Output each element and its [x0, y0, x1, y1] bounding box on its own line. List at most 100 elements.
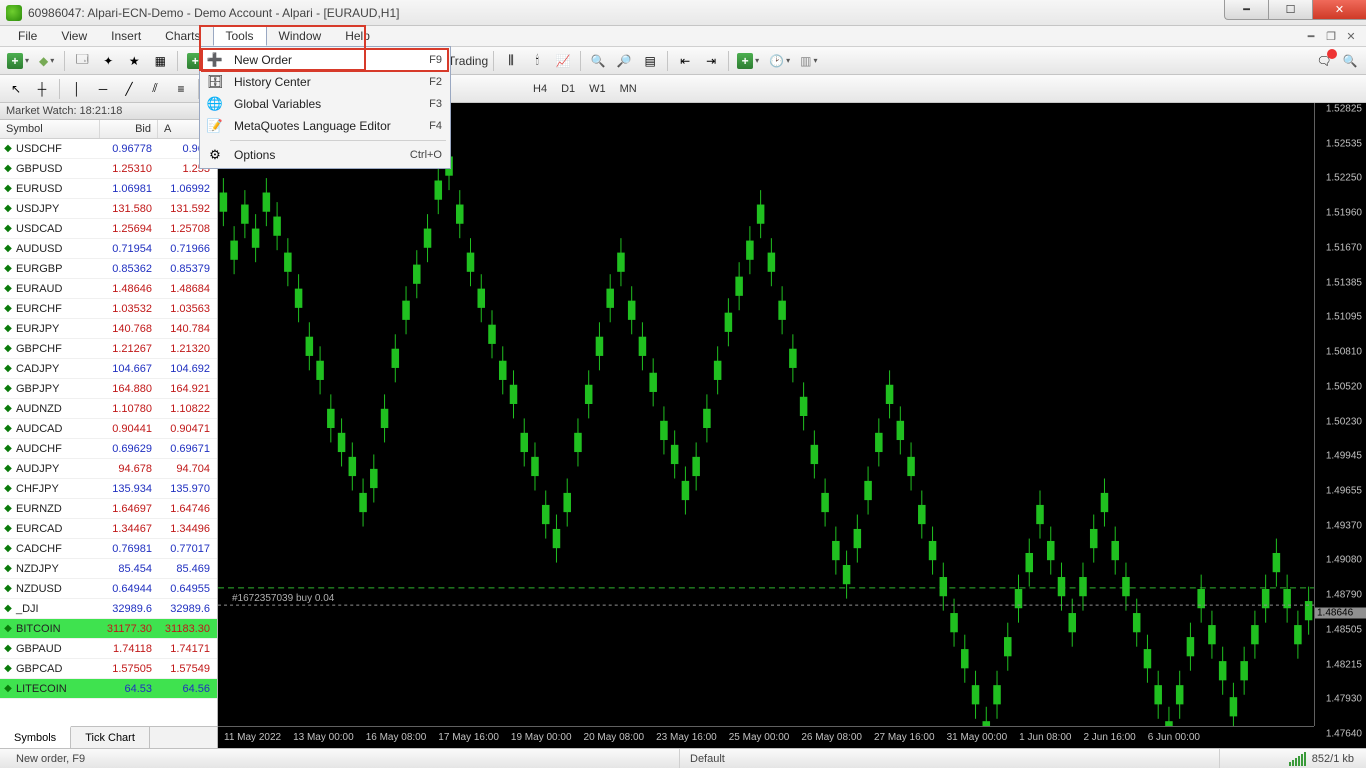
- market-watch-row[interactable]: ◆GBPJPY164.880164.921: [0, 379, 217, 399]
- search-icon[interactable]: 🔍: [1338, 50, 1362, 72]
- mw-bid: 140.768: [100, 323, 158, 335]
- menu-tools[interactable]: Tools: [213, 26, 267, 46]
- close-button[interactable]: ✕: [1312, 0, 1366, 20]
- maximize-button[interactable]: ☐: [1268, 0, 1312, 20]
- y-tick-label: 1.51670: [1326, 242, 1362, 253]
- mw-ask: 85.469: [158, 563, 216, 575]
- minimize-button[interactable]: ━: [1224, 0, 1268, 20]
- market-watch-row[interactable]: ◆AUDCHF0.696290.69671: [0, 439, 217, 459]
- market-watch-row[interactable]: ◆AUDJPY94.67894.704: [0, 459, 217, 479]
- menu-view[interactable]: View: [49, 26, 99, 46]
- market-watch-row[interactable]: ◆GBPAUD1.741181.74171: [0, 639, 217, 659]
- mw-header-bid[interactable]: Bid: [100, 120, 158, 138]
- market-watch-row[interactable]: ◆USDJPY131.580131.592: [0, 199, 217, 219]
- mw-header-symbol[interactable]: Symbol: [0, 120, 100, 138]
- mw-tab-tick-chart[interactable]: Tick Chart: [71, 727, 150, 748]
- cursor-tool[interactable]: ↖: [4, 78, 28, 100]
- candle-chart-button[interactable]: 🕯: [525, 50, 549, 72]
- vertical-line-tool[interactable]: │: [65, 78, 89, 100]
- horizontal-line-tool[interactable]: ─: [91, 78, 115, 100]
- menu-item-shortcut: F3: [429, 98, 442, 110]
- market-watch-row[interactable]: ◆EURJPY140.768140.784: [0, 319, 217, 339]
- auto-scroll-button[interactable]: ▤: [638, 50, 662, 72]
- menu-insert[interactable]: Insert: [99, 26, 153, 46]
- market-watch-row[interactable]: ◆NZDUSD0.649440.64955: [0, 579, 217, 599]
- tools-menu-global-variables[interactable]: 🌐Global VariablesF3: [202, 93, 448, 115]
- child-close-icon[interactable]: ✕: [1344, 29, 1358, 43]
- terminal-toggle[interactable]: ▦: [148, 50, 172, 72]
- crosshair-tool[interactable]: ┼: [30, 78, 54, 100]
- market-watch-row[interactable]: ◆USDCHF0.967780.967: [0, 139, 217, 159]
- market-watch-row[interactable]: ◆BITCOIN31177.3031183.30: [0, 619, 217, 639]
- market-watch-row[interactable]: ◆AUDNZD1.107801.10822: [0, 399, 217, 419]
- tools-menu-options[interactable]: ⚙OptionsCtrl+O: [202, 144, 448, 166]
- timeframe-d1[interactable]: D1: [555, 80, 581, 98]
- trendline-tool[interactable]: ╱: [117, 78, 141, 100]
- tools-menu-mql-editor[interactable]: 📝MetaQuotes Language EditorF4: [202, 115, 448, 137]
- market-watch-row[interactable]: ◆EURUSD1.069811.06992: [0, 179, 217, 199]
- templates-button[interactable]: ▥▾: [797, 50, 822, 72]
- direction-arrow-icon: ◆: [0, 403, 16, 414]
- menu-window[interactable]: Window: [267, 26, 334, 46]
- direction-arrow-icon: ◆: [0, 463, 16, 474]
- indicators-button[interactable]: ⇥: [699, 50, 723, 72]
- menu-charts[interactable]: Charts: [153, 26, 212, 46]
- mw-ask: 32989.6: [158, 603, 216, 615]
- direction-arrow-icon: ◆: [0, 343, 16, 354]
- x-tick-label: 11 May 2022: [218, 732, 287, 743]
- chart-panel[interactable]: #1672357039 buy 0.04 1.528251.525351.522…: [218, 103, 1366, 748]
- market-watch-row[interactable]: ◆GBPCAD1.575051.57549: [0, 659, 217, 679]
- y-tick-label: 1.52250: [1326, 173, 1362, 184]
- market-watch-list[interactable]: ◆USDCHF0.967780.967◆GBPUSD1.253101.253◆E…: [0, 139, 217, 726]
- market-watch-row[interactable]: ◆USDCAD1.256941.25708: [0, 219, 217, 239]
- chart-canvas[interactable]: [218, 103, 1314, 726]
- mw-ask: 131.592: [158, 203, 216, 215]
- mw-tab-symbols[interactable]: Symbols: [0, 726, 71, 748]
- bar-chart-button[interactable]: ⫼: [499, 50, 523, 72]
- market-watch-row[interactable]: ◆CADCHF0.769810.77017: [0, 539, 217, 559]
- shift-button[interactable]: ⇤: [673, 50, 697, 72]
- zoom-in-button[interactable]: 🔍: [586, 50, 610, 72]
- market-watch-row[interactable]: ◆AUDCAD0.904410.90471: [0, 419, 217, 439]
- menu-file[interactable]: File: [6, 26, 49, 46]
- data-window-toggle[interactable]: ★: [122, 50, 146, 72]
- menu-help[interactable]: Help: [333, 26, 382, 46]
- market-watch-row[interactable]: ◆GBPCHF1.212671.21320: [0, 339, 217, 359]
- add-indicator-button[interactable]: ▾: [734, 50, 764, 72]
- status-profile[interactable]: Default: [680, 749, 1220, 768]
- tools-menu-history-center[interactable]: 🗄History CenterF2: [202, 71, 448, 93]
- mw-ask: 135.970: [158, 483, 216, 495]
- fibonacci-tool[interactable]: ≡: [169, 78, 193, 100]
- timeframe-h4[interactable]: H4: [527, 80, 553, 98]
- market-watch-toggle[interactable]: 🗔: [70, 50, 94, 72]
- profiles-button[interactable]: ◆▾: [36, 50, 59, 72]
- periodicity-button[interactable]: 🕑▾: [766, 50, 795, 72]
- market-watch-row[interactable]: ◆GBPUSD1.253101.253: [0, 159, 217, 179]
- timeframe-w1[interactable]: W1: [583, 80, 612, 98]
- child-restore-icon[interactable]: ❐: [1324, 29, 1338, 43]
- market-watch-row[interactable]: ◆EURAUD1.486461.48684: [0, 279, 217, 299]
- mql-community-icon[interactable]: 🗨: [1312, 50, 1336, 72]
- market-watch-row[interactable]: ◆LITECOIN64.5364.56: [0, 679, 217, 699]
- zoom-out-button[interactable]: 🔎: [612, 50, 636, 72]
- timeframe-mn[interactable]: MN: [614, 80, 643, 98]
- channel-tool[interactable]: ⫽: [143, 78, 167, 100]
- direction-arrow-icon: ◆: [0, 223, 16, 234]
- direction-arrow-icon: ◆: [0, 583, 16, 594]
- market-watch-row[interactable]: ◆EURNZD1.646971.64746: [0, 499, 217, 519]
- market-watch-row[interactable]: ◆AUDUSD0.719540.71966: [0, 239, 217, 259]
- new-chart-button[interactable]: ▾: [4, 50, 34, 72]
- navigator-toggle[interactable]: ✦: [96, 50, 120, 72]
- child-minimize-icon[interactable]: ━: [1304, 29, 1318, 43]
- line-chart-button[interactable]: 📈: [551, 50, 575, 72]
- market-watch-row[interactable]: ◆CADJPY104.667104.692: [0, 359, 217, 379]
- market-watch-row[interactable]: ◆EURGBP0.853620.85379: [0, 259, 217, 279]
- market-watch-row[interactable]: ◆_DJI32989.632989.6: [0, 599, 217, 619]
- market-watch-row[interactable]: ◆EURCHF1.035321.03563: [0, 299, 217, 319]
- direction-arrow-icon: ◆: [0, 183, 16, 194]
- tools-menu-new-order[interactable]: ➕New OrderF9: [202, 49, 448, 71]
- mw-symbol: AUDCAD: [16, 423, 100, 435]
- market-watch-row[interactable]: ◆CHFJPY135.934135.970: [0, 479, 217, 499]
- market-watch-row[interactable]: ◆EURCAD1.344671.34496: [0, 519, 217, 539]
- market-watch-row[interactable]: ◆NZDJPY85.45485.469: [0, 559, 217, 579]
